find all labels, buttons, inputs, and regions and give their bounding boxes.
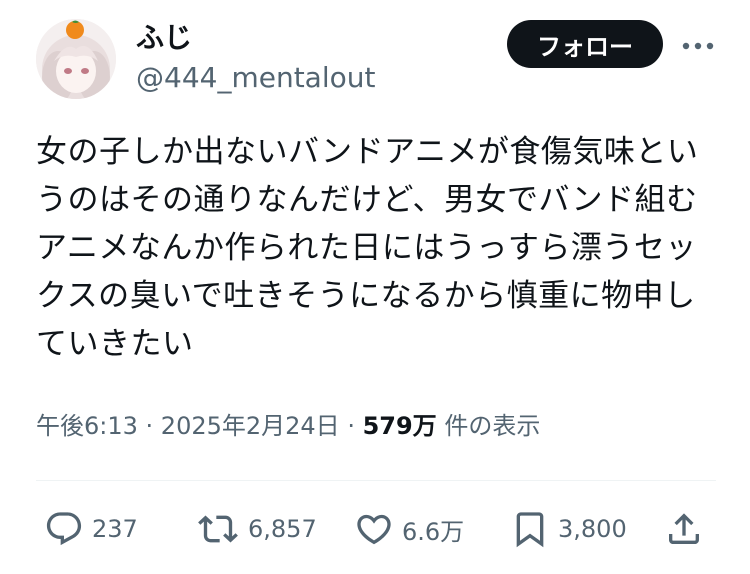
reply-icon xyxy=(46,512,82,546)
views-label: 件の表示 xyxy=(436,412,541,440)
tweet-time[interactable]: 午後6:13 xyxy=(36,412,138,440)
share-button[interactable] xyxy=(664,505,704,553)
retweet-button[interactable]: 6,857 xyxy=(196,505,317,553)
retweet-icon xyxy=(198,515,238,543)
share-icon xyxy=(669,513,699,544)
more-icon xyxy=(682,42,714,50)
bookmark-button[interactable]: 3,800 xyxy=(510,505,627,553)
tweet-text-line: ていきたい xyxy=(36,326,194,362)
meta-separator: · xyxy=(137,412,161,440)
tweet-text-line: クスの臭いで吐きそうになるから慎重に物申し xyxy=(36,278,696,314)
meta-separator: · xyxy=(339,412,363,440)
display-name[interactable]: ふじ xyxy=(136,20,192,56)
like-count: 6.6万 xyxy=(402,517,465,546)
bookmark-count: 3,800 xyxy=(558,515,627,543)
tweet-meta: 午後6:13 · 2025年2月24日 · 579万 件の表示 xyxy=(36,408,540,444)
reply-button[interactable]: 237 xyxy=(44,505,138,553)
reply-count: 237 xyxy=(92,515,138,543)
follow-button[interactable]: フォロー xyxy=(507,20,663,68)
tweet-date[interactable]: 2025年2月24日 xyxy=(161,412,340,440)
bookmark-icon xyxy=(516,512,544,548)
tweet-text: 女の子しか出ないバンドアニメが食傷気味とい うのはその通りなんだけど、男女でバン… xyxy=(36,128,716,368)
retweet-count: 6,857 xyxy=(248,515,317,543)
like-button[interactable]: 6.6万 xyxy=(354,505,464,553)
avatar[interactable] xyxy=(36,19,116,99)
heart-icon xyxy=(357,514,391,545)
more-button[interactable] xyxy=(680,28,716,64)
tweet-text-line: うのはその通りなんだけど、男女でバンド組む xyxy=(36,182,698,218)
divider xyxy=(36,480,716,481)
user-handle[interactable]: @444_mentalout xyxy=(136,60,375,96)
avatar-image xyxy=(36,19,116,99)
tweet-text-line: 女の子しか出ないバンドアニメが食傷気味とい xyxy=(36,134,699,170)
tweet-text-line: アニメなんか作られた日にはうっすら漂うセッ xyxy=(36,230,697,266)
views-count[interactable]: 579万 xyxy=(363,412,437,440)
